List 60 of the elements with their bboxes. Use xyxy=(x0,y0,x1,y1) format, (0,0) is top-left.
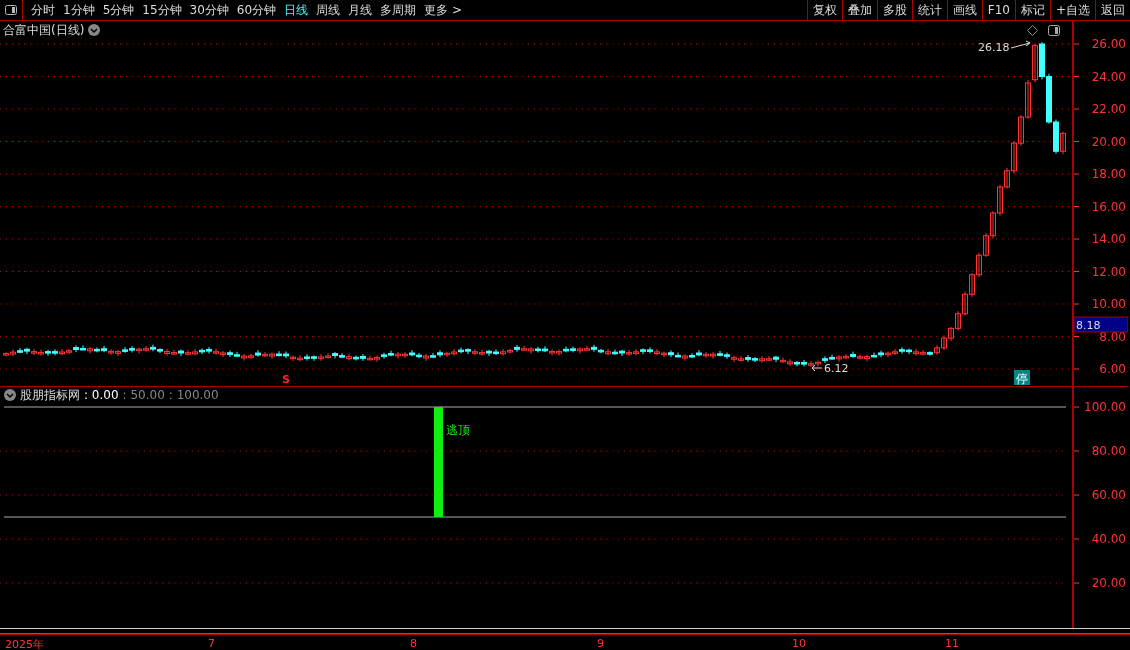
indicator-value: : 50.00 xyxy=(122,388,165,402)
price-axis-label: 20.00 xyxy=(1091,134,1126,149)
indicator-axis-label: 100.00 xyxy=(1084,400,1126,414)
price-axis-label: 12.00 xyxy=(1091,264,1126,279)
price-axis-label: 24.00 xyxy=(1091,69,1126,84)
toolbar-button[interactable]: 画线 xyxy=(946,0,982,20)
dropdown-icon[interactable] xyxy=(88,24,101,36)
indicator-value: : 0.00 xyxy=(84,388,119,402)
low-price-label: 6.12 xyxy=(824,362,849,375)
toolbar-button[interactable]: 复权 xyxy=(806,0,842,20)
toolbar-button[interactable]: +自选 xyxy=(1049,0,1095,20)
sell-signal-marker: S xyxy=(282,373,290,386)
period-tab[interactable]: 5分钟 xyxy=(98,1,139,19)
price-axis-label: 16.00 xyxy=(1091,199,1126,214)
leader-line xyxy=(1010,40,1031,49)
price-axis-label: 22.00 xyxy=(1091,102,1126,116)
dropdown-icon[interactable] xyxy=(4,389,16,401)
date-axis-label: 8 xyxy=(410,637,417,650)
toolbar-button[interactable]: 统计 xyxy=(911,0,947,20)
date-axis-label: 11 xyxy=(945,637,959,650)
period-tab[interactable]: 分时 xyxy=(27,1,59,19)
diamond-icon[interactable] xyxy=(1027,24,1038,36)
indicator-value: : 100.00 xyxy=(168,388,219,402)
date-axis-label: 9 xyxy=(597,637,604,650)
date-axis-label: 2025年 xyxy=(5,637,44,650)
signal-label: 逃顶 xyxy=(446,423,470,437)
toolbar-button[interactable]: 标记 xyxy=(1014,0,1050,20)
period-tab[interactable]: 多周期 xyxy=(376,1,421,19)
panel-toggle-icon[interactable] xyxy=(1048,24,1060,36)
period-tab[interactable]: 更多 > xyxy=(420,1,466,19)
indicator-axis-label: 20.00 xyxy=(1091,576,1126,590)
period-tab[interactable]: 15分钟 xyxy=(138,1,186,19)
period-tab[interactable]: 月线 xyxy=(344,1,377,19)
period-tab[interactable]: 60分钟 xyxy=(232,1,281,19)
price-axis-label: 18.00 xyxy=(1091,167,1126,181)
period-tab[interactable]: 周线 xyxy=(312,1,345,19)
price-axis-label: 6.00 xyxy=(1099,362,1126,376)
price-axis-label: 10.00 xyxy=(1091,297,1126,311)
indicator-axis-label: 40.00 xyxy=(1091,532,1126,546)
date-axis-label: 10 xyxy=(792,637,806,650)
toolbar-button[interactable]: 返回 xyxy=(1095,0,1130,20)
indicator-name: 股朋指标网 xyxy=(20,386,80,404)
chart-title: 合富中国(日线) xyxy=(3,21,85,39)
indicator-axis-label: 60.00 xyxy=(1091,488,1126,502)
toolbar-button[interactable]: 多股 xyxy=(876,0,912,20)
panel-toggle-icon[interactable] xyxy=(5,5,17,15)
current-price-label: 8.18 xyxy=(1076,319,1101,332)
price-axis-label: 8.00 xyxy=(1099,329,1126,344)
indicator-axis-label: 80.00 xyxy=(1091,444,1126,458)
price-axis-label: 14.00 xyxy=(1091,232,1126,246)
toolbar-button[interactable]: 叠加 xyxy=(841,0,877,20)
halt-badge: 停 xyxy=(1014,370,1030,386)
date-axis-label: 7 xyxy=(208,637,215,650)
toolbar-button[interactable]: F10 xyxy=(981,0,1015,20)
high-price-label: 26.18 xyxy=(978,41,1010,54)
leader-line xyxy=(811,364,823,372)
price-axis-label: 26.00 xyxy=(1091,37,1126,51)
period-tab[interactable]: 日线 xyxy=(280,1,313,19)
period-tab[interactable]: 1分钟 xyxy=(59,1,99,19)
period-tab[interactable]: 30分钟 xyxy=(185,1,233,19)
